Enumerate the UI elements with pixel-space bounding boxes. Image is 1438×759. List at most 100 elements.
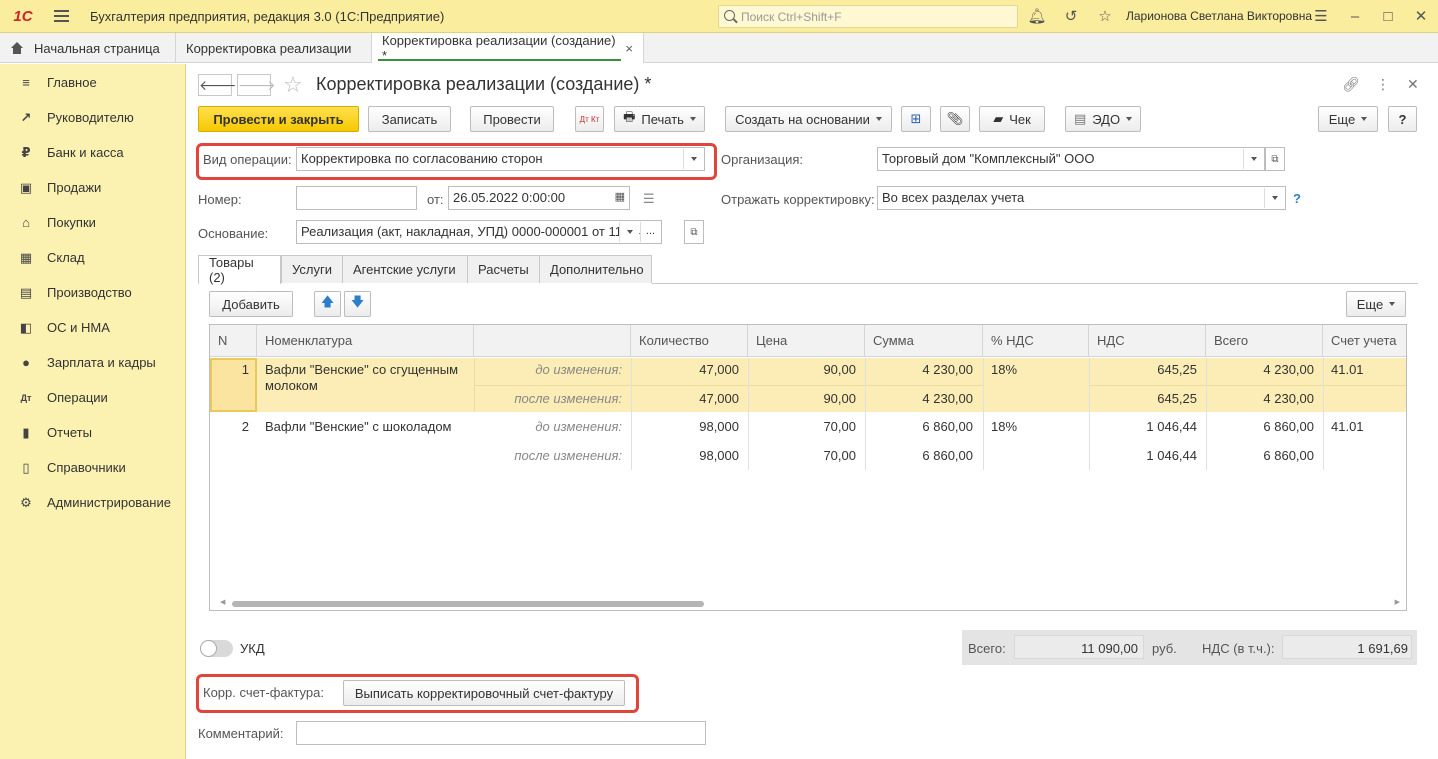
maximize-icon[interactable]: □: [1378, 7, 1398, 27]
tab-correction-new[interactable]: Корректировка реализации (создание) * ×: [372, 33, 644, 63]
col-header-qty[interactable]: Количество: [631, 325, 748, 357]
price-after[interactable]: 70,00: [748, 448, 856, 463]
horizontal-scrollbar[interactable]: ◀ ▶: [220, 598, 1400, 607]
item-name[interactable]: Вафли "Венские" со сгущенным молоком: [265, 362, 470, 394]
reflect-select[interactable]: Во всех разделах учета: [877, 186, 1286, 210]
sum-before[interactable]: 6 860,00: [865, 419, 973, 434]
vat-after[interactable]: 645,25: [1089, 391, 1197, 406]
structure-icon[interactable]: ⊞: [901, 106, 931, 132]
col-header-account[interactable]: Счет учета: [1323, 325, 1406, 357]
col-header-state[interactable]: [474, 325, 631, 357]
tab-services[interactable]: Услуги: [281, 255, 343, 283]
sidebar-item-assets[interactable]: ◧ ОС и НМА: [0, 310, 185, 345]
settings-menu-icon[interactable]: ☰: [1311, 7, 1331, 27]
price-before[interactable]: 70,00: [748, 419, 856, 434]
post-and-close-button[interactable]: Провести и закрыть: [198, 106, 359, 132]
bell-icon[interactable]: 🔔︎: [1027, 7, 1047, 27]
table-row[interactable]: 1 Вафли "Венские" со сгущенным молоком д…: [210, 358, 1406, 412]
close-tab-icon[interactable]: ×: [625, 41, 633, 56]
scroll-right-icon[interactable]: ▶: [1395, 598, 1400, 606]
receipt-button[interactable]: ▰ Чек: [979, 106, 1045, 132]
open-organization-icon[interactable]: ⧉: [1265, 147, 1285, 171]
tab-agent-services[interactable]: Агентские услуги: [342, 255, 468, 283]
total-after[interactable]: 6 860,00: [1206, 448, 1314, 463]
menu-icon[interactable]: [46, 0, 76, 33]
col-header-vat-rate[interactable]: % НДС: [983, 325, 1089, 357]
close-form-icon[interactable]: ✕: [1407, 76, 1419, 93]
help-icon[interactable]: ?: [1293, 191, 1301, 206]
sidebar-item-admin[interactable]: ⚙ Администрирование: [0, 485, 185, 520]
vat-rate[interactable]: 18%: [991, 362, 1017, 377]
total-before[interactable]: 6 860,00: [1206, 419, 1314, 434]
dt-kt-button[interactable]: Дт Кт: [575, 106, 604, 132]
move-down-icon[interactable]: 🡇: [344, 291, 371, 317]
col-header-n[interactable]: N: [210, 325, 257, 357]
number-field[interactable]: [296, 186, 417, 210]
chevron-down-icon[interactable]: [683, 149, 703, 169]
scrollbar-thumb[interactable]: [232, 601, 704, 607]
sidebar-item-reports[interactable]: ▮ Отчеты: [0, 415, 185, 450]
open-basis-icon[interactable]: ⧉: [684, 220, 704, 244]
add-row-button[interactable]: Добавить: [209, 291, 293, 317]
doc-history-icon[interactable]: ☰: [643, 191, 655, 207]
chevron-down-icon[interactable]: [1264, 188, 1284, 208]
create-based-on-button[interactable]: Создать на основании: [725, 106, 892, 132]
comment-field[interactable]: [296, 721, 706, 745]
ukd-toggle[interactable]: [200, 640, 233, 657]
sidebar-item-main[interactable]: ≡ Главное: [0, 65, 185, 100]
col-header-sum[interactable]: Сумма: [865, 325, 983, 357]
item-name[interactable]: Вафли "Венские" с шоколадом: [265, 419, 452, 434]
total-before[interactable]: 4 230,00: [1206, 362, 1314, 377]
sidebar-item-bank[interactable]: ₽ Банк и касса: [0, 135, 185, 170]
sum-after[interactable]: 4 230,00: [865, 391, 973, 406]
vat-before[interactable]: 645,25: [1089, 362, 1197, 377]
user-name[interactable]: Ларионова Светлана Викторовна: [1126, 9, 1312, 23]
minimize-icon[interactable]: –: [1345, 7, 1365, 27]
vat-after[interactable]: 1 046,44: [1089, 448, 1197, 463]
create-corr-invoice-button[interactable]: Выписать корректировочный счет-фактуру: [343, 680, 625, 706]
sidebar-item-production[interactable]: ▤ Производство: [0, 275, 185, 310]
vat-before[interactable]: 1 046,44: [1089, 419, 1197, 434]
col-header-item[interactable]: Номенклатура: [257, 325, 474, 357]
scroll-left-icon[interactable]: ◀: [220, 598, 225, 606]
sum-after[interactable]: 6 860,00: [865, 448, 973, 463]
chevron-down-icon[interactable]: [619, 222, 639, 242]
print-button[interactable]: 🖶︎ Печать: [614, 106, 705, 132]
edo-button[interactable]: ▤ ЭДО: [1065, 106, 1141, 132]
save-button[interactable]: Записать: [368, 106, 451, 132]
forward-button[interactable]: 🡒: [237, 74, 276, 96]
tab-goods[interactable]: Товары (2): [198, 255, 281, 285]
organization-select[interactable]: Торговый дом "Комплексный" ООО: [877, 147, 1265, 171]
history-icon[interactable]: ↺: [1061, 7, 1081, 27]
search-input[interactable]: Поиск Ctrl+Shift+F: [718, 5, 1018, 28]
chevron-down-icon[interactable]: [1243, 149, 1263, 169]
col-header-price[interactable]: Цена: [748, 325, 865, 357]
date-field[interactable]: 26.05.2022 0:00:00 ▦: [448, 186, 630, 210]
total-after[interactable]: 4 230,00: [1206, 391, 1314, 406]
vat-rate[interactable]: 18%: [991, 419, 1017, 434]
basis-select[interactable]: Реализация (акт, накладная, УПД) 0000-00…: [296, 220, 662, 244]
qty-after[interactable]: 98,000: [631, 448, 739, 463]
account[interactable]: 41.01: [1331, 419, 1364, 434]
select-ellipsis-button[interactable]: ...: [640, 222, 660, 242]
tab-home[interactable]: Начальная страница: [0, 33, 176, 63]
sidebar-item-manager[interactable]: ↗ Руководителю: [0, 100, 185, 135]
sidebar-item-catalogs[interactable]: ▯ Справочники: [0, 450, 185, 485]
tab-settlements[interactable]: Расчеты: [467, 255, 540, 283]
price-before[interactable]: 90,00: [748, 362, 856, 377]
move-up-icon[interactable]: 🡅: [314, 291, 341, 317]
post-button[interactable]: Провести: [470, 106, 554, 132]
col-header-vat[interactable]: НДС: [1089, 325, 1206, 357]
tab-additional[interactable]: Дополнительно: [539, 255, 652, 283]
sum-before[interactable]: 4 230,00: [865, 362, 973, 377]
paperclip-icon[interactable]: 📎︎: [940, 106, 970, 132]
price-after[interactable]: 90,00: [748, 391, 856, 406]
qty-after[interactable]: 47,000: [631, 391, 739, 406]
sidebar-item-payroll[interactable]: ● Зарплата и кадры: [0, 345, 185, 380]
sidebar-item-sales[interactable]: ▣ Продажи: [0, 170, 185, 205]
close-window-icon[interactable]: ✕: [1411, 7, 1431, 27]
sidebar-item-warehouse[interactable]: ▦ Склад: [0, 240, 185, 275]
sidebar-item-purchases[interactable]: ⌂ Покупки: [0, 205, 185, 240]
help-button[interactable]: ?: [1388, 106, 1417, 132]
operation-type-select[interactable]: Корректировка по согласованию сторон: [296, 147, 705, 171]
